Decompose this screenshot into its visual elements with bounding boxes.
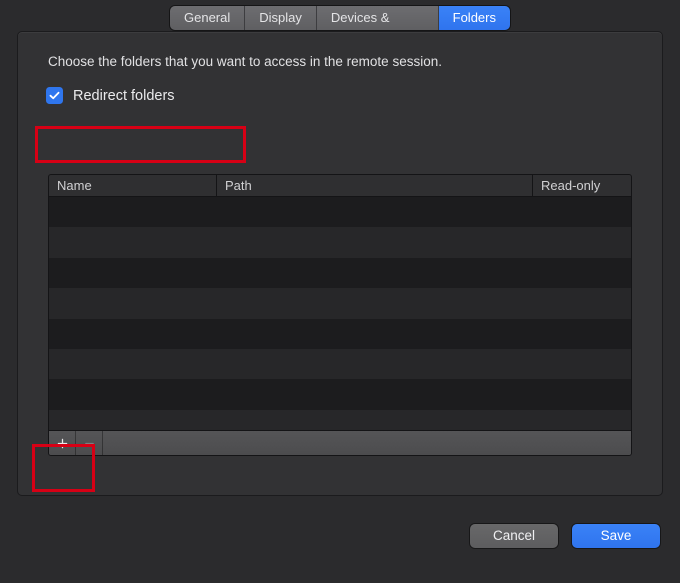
preferences-window: General Display Devices & Audio Folders …	[0, 0, 680, 583]
remove-folder-button[interactable]	[76, 431, 103, 455]
table-row[interactable]	[49, 410, 631, 430]
column-read-only[interactable]: Read-only	[533, 175, 631, 196]
column-name[interactable]: Name	[49, 175, 217, 196]
redirect-folders-label: Redirect folders	[73, 88, 175, 104]
table-row[interactable]	[49, 379, 631, 409]
redirect-folders-option[interactable]: Redirect folders	[46, 87, 175, 104]
table-footer	[49, 430, 631, 455]
plus-icon	[57, 438, 68, 449]
table-row[interactable]	[49, 349, 631, 379]
add-folder-button[interactable]	[49, 431, 76, 455]
table-row[interactable]	[49, 197, 631, 227]
redirect-folders-checkbox[interactable]	[46, 87, 63, 104]
tab-bar: General Display Devices & Audio Folders	[170, 6, 510, 30]
folders-panel: Choose the folders that you want to acce…	[17, 31, 663, 496]
save-button[interactable]: Save	[572, 524, 660, 548]
tab-display[interactable]: Display	[245, 6, 317, 30]
table-row[interactable]	[49, 288, 631, 318]
folders-prompt: Choose the folders that you want to acce…	[18, 54, 662, 69]
column-path[interactable]: Path	[217, 175, 533, 196]
table-row[interactable]	[49, 319, 631, 349]
check-icon	[48, 89, 61, 102]
table-row[interactable]	[49, 227, 631, 257]
dialog-actions: Cancel Save	[470, 524, 660, 548]
tab-devices-audio[interactable]: Devices & Audio	[317, 6, 439, 30]
folders-table: Name Path Read-only	[48, 174, 632, 456]
tab-general[interactable]: General	[170, 6, 245, 30]
minus-icon	[84, 438, 95, 449]
table-row[interactable]	[49, 258, 631, 288]
tab-folders[interactable]: Folders	[439, 6, 510, 30]
cancel-button[interactable]: Cancel	[470, 524, 558, 548]
table-body[interactable]	[49, 197, 631, 430]
table-header: Name Path Read-only	[49, 175, 631, 197]
